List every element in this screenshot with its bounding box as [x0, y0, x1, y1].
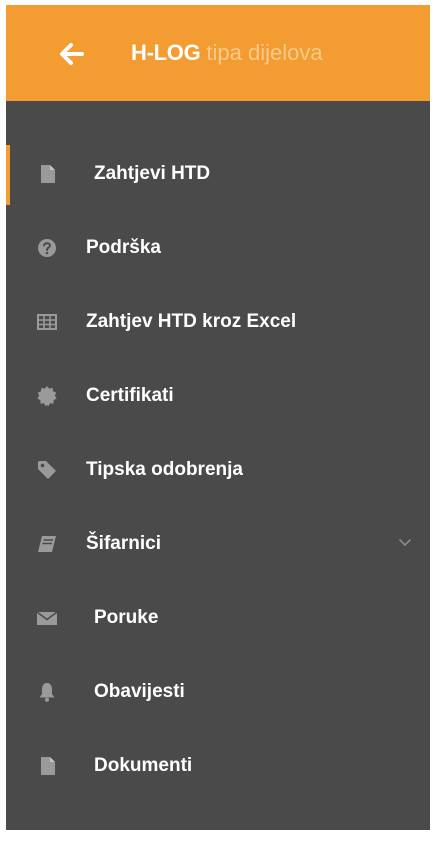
sidebar-item-podrska[interactable]: Podrška — [6, 221, 430, 277]
envelope-icon — [36, 611, 58, 625]
sidebar-item-label: Dokumenti — [94, 755, 193, 776]
sidebar-item-sifarnici[interactable]: Šifarnici — [6, 517, 430, 573]
question-circle-icon — [38, 239, 56, 257]
sidebar-item-dokumenti[interactable]: Dokumenti — [6, 739, 430, 795]
bell-icon — [39, 683, 55, 702]
sidebar-item-zahtjevi-htd[interactable]: Zahtjevi HTD — [6, 147, 430, 203]
sidebar-item-obavijesti[interactable]: Obavijesti — [6, 665, 430, 721]
app-title-light: tipa dijelova — [206, 40, 323, 65]
sidebar-item-label: Zahtjev HTD kroz Excel — [86, 311, 297, 332]
chevron-down-icon[interactable] — [398, 537, 412, 547]
sidebar-header: H-LOG tipa dijelova — [6, 5, 430, 101]
sidebar-item-label: Tipska odobrenja — [86, 459, 243, 480]
sidebar-item-label: Zahtjevi HTD — [94, 163, 211, 184]
sidebar-item-label: Poruke — [94, 607, 159, 628]
book-icon — [38, 536, 56, 552]
sidebar-item-tipska-odobrenja[interactable]: Tipska odobrenja — [6, 443, 430, 499]
sidebar-menu: Zahtjevi HTD Podrška Zahtjev HTD kroz Ex… — [6, 101, 430, 830]
app-title: H-LOG tipa dijelova — [131, 35, 323, 71]
sidebar-item-poruke[interactable]: Poruke — [6, 591, 430, 647]
sidebar-panel: H-LOGtipa dijelova Zahtjevi HTD Podrška — [6, 5, 430, 830]
document-icon — [41, 757, 55, 775]
arrow-left-icon[interactable] — [60, 43, 84, 65]
sidebar-item-label: Certifikati — [86, 385, 174, 406]
certificate-seal-icon — [37, 386, 57, 407]
app-title-strong: H-LOG — [131, 40, 201, 65]
sidebar-item-label: Podrška — [86, 237, 161, 258]
sidebar-item-certifikati[interactable]: Certifikati — [6, 369, 430, 425]
table-icon — [37, 314, 57, 330]
tag-icon — [38, 461, 56, 479]
sidebar-item-label: Šifarnici — [86, 533, 161, 554]
sidebar-item-label: Obavijesti — [94, 681, 185, 702]
sidebar-item-zahtjev-htd-kroz-excel[interactable]: Zahtjev HTD kroz Excel — [6, 295, 430, 351]
document-icon — [41, 165, 55, 183]
